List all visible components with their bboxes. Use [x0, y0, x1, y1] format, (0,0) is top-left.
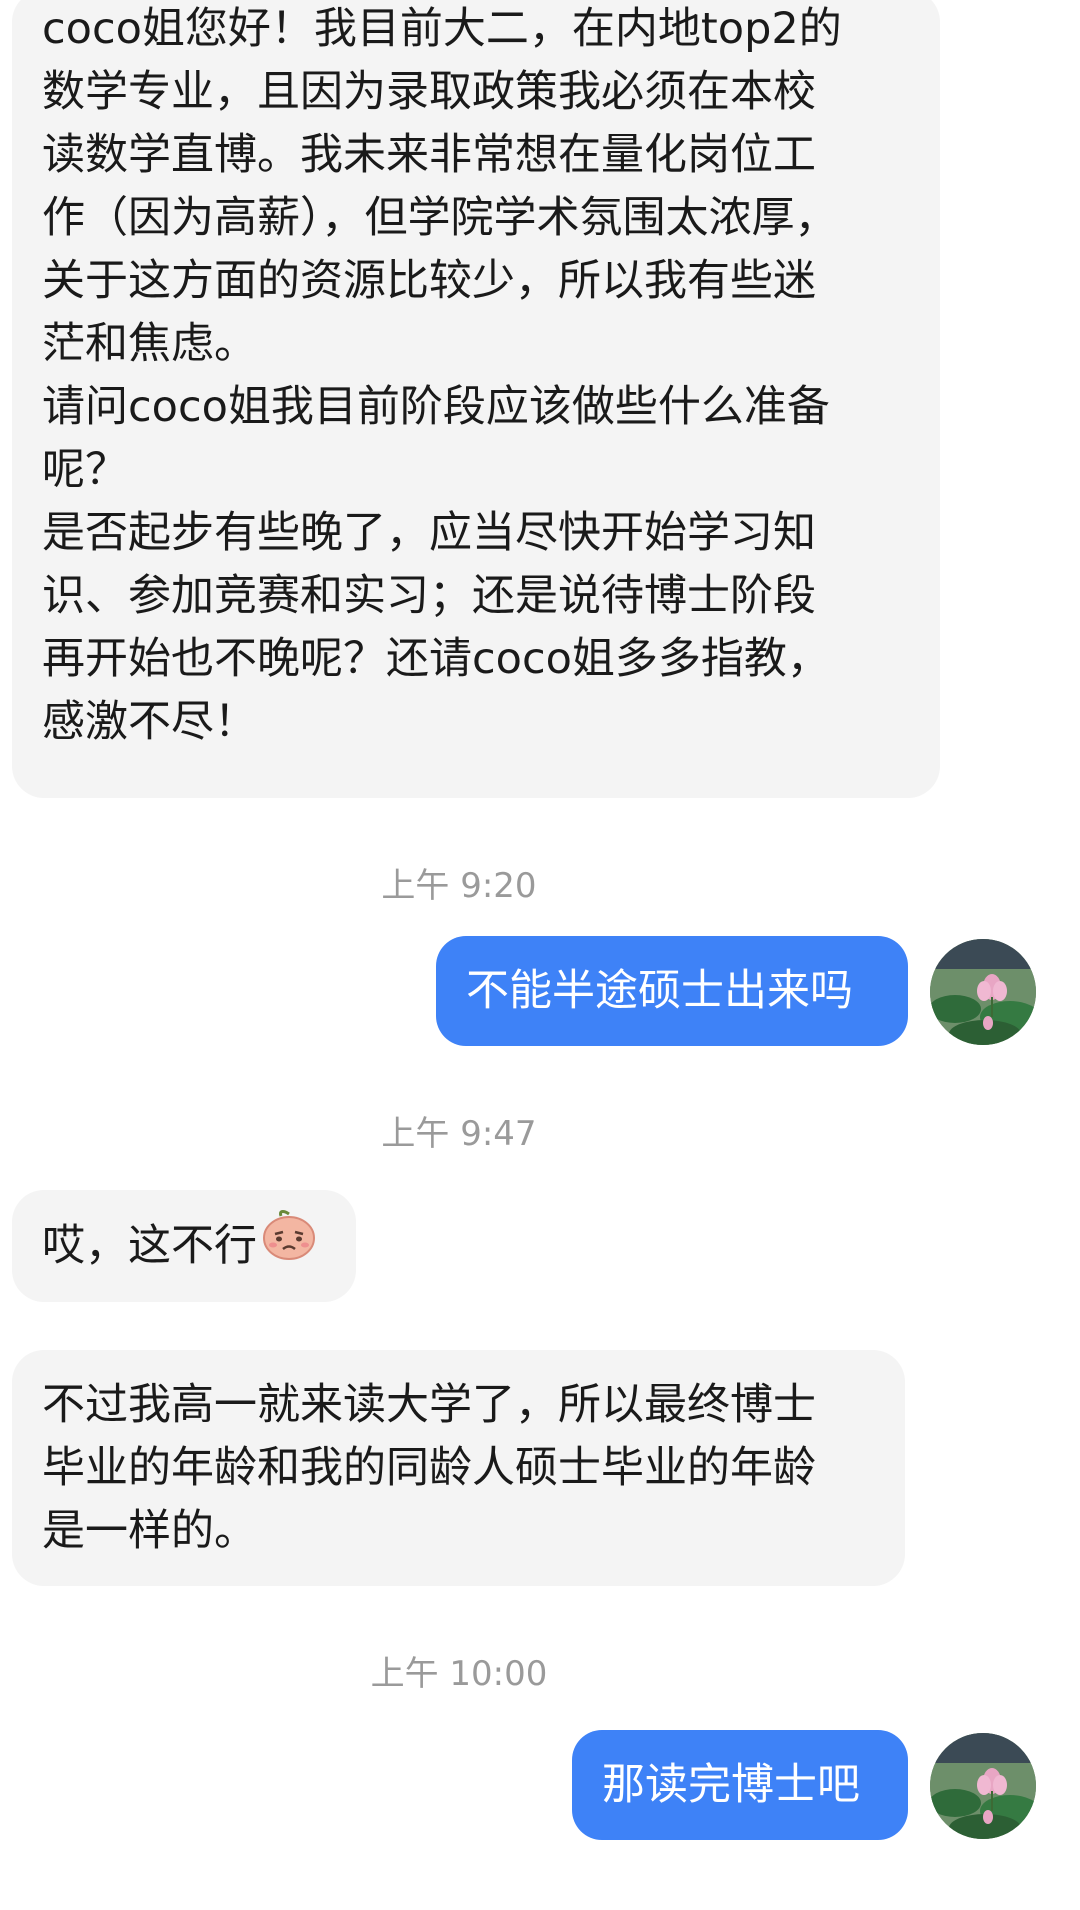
sad-peach-sticker-icon [261, 1190, 317, 1302]
lotus-avatar-icon [930, 939, 1036, 1045]
outgoing-message-bubble[interactable]: 那读完博士吧 [572, 1730, 908, 1840]
incoming-message-bubble[interactable]: coco姐您好！我目前大二，在内地top2的 数学专业，且因为录取政策我必须在本… [12, 0, 940, 798]
outgoing-message-bubble[interactable]: 不能半途硕士出来吗 [436, 936, 908, 1046]
chat-thread: coco姐您好！我目前大二，在内地top2的 数学专业，且因为录取政策我必须在本… [0, 0, 1080, 1910]
user-avatar[interactable] [930, 1733, 1036, 1839]
message-timestamp: 上午 9:20 [381, 866, 537, 906]
incoming-message-bubble[interactable]: 不过我高一就来读大学了，所以最终博士 毕业的年龄和我的同龄人硕士毕业的年龄 是一… [12, 1350, 905, 1586]
message-timestamp: 上午 10:00 [370, 1654, 548, 1694]
user-avatar[interactable] [930, 939, 1036, 1045]
lotus-avatar-icon [930, 1733, 1036, 1839]
message-timestamp: 上午 9:47 [381, 1114, 537, 1154]
message-text: 哎，这不行 [42, 1221, 257, 1271]
incoming-message-bubble[interactable]: 哎，这不行 [12, 1190, 356, 1302]
